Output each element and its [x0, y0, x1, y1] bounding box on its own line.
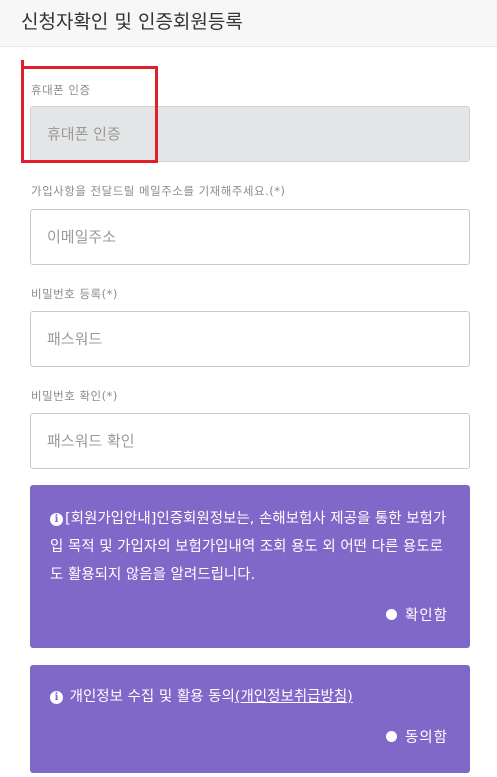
password-confirm-input[interactable]: [30, 413, 470, 469]
privacy-consent-label: 개인정보 수집 및 활용 동의: [69, 689, 235, 705]
email-label: 가입사항을 전달드릴 메일주소를 기재해주세요.(*): [31, 184, 286, 198]
radio-dot-icon: [385, 609, 397, 620]
privacy-consent-text: i 개인정보 수집 및 활용 동의(개인정보취급방침): [50, 683, 452, 711]
email-input[interactable]: [30, 209, 470, 265]
agree-button-label: 동의함: [404, 730, 448, 746]
password-label: 비밀번호 등록(*): [31, 287, 118, 301]
password-input[interactable]: [30, 311, 470, 367]
privacy-consent-panel: i 개인정보 수집 및 활용 동의(개인정보취급방침) 동의함: [30, 665, 470, 773]
password-confirm-label: 비밀번호 확인(*): [31, 389, 118, 403]
page-title: 신청자확인 및 인증회원등록: [21, 11, 243, 33]
page-header: 신청자확인 및 인증회원등록: [0, 0, 497, 47]
confirm-button-label: 확인함: [404, 608, 448, 624]
membership-notice-body: [회원가입안내]인증회원정보는, 손해보험사 제공을 통한 보험가입 목적 및 …: [50, 511, 447, 583]
privacy-policy-link[interactable]: (개인정보취급방침): [235, 689, 353, 705]
radio-dot-icon: [385, 731, 397, 742]
info-icon: i: [50, 691, 63, 704]
highlight-marker: [21, 60, 24, 68]
phone-verification-input[interactable]: [30, 106, 470, 162]
confirm-button[interactable]: 확인함: [385, 604, 448, 625]
info-icon: i: [50, 513, 63, 526]
membership-notice-panel: i [회원가입안내]인증회원정보는, 손해보험사 제공을 통한 보험가입 목적 및…: [30, 485, 470, 648]
membership-notice-text: i [회원가입안내]인증회원정보는, 손해보험사 제공을 통한 보험가입 목적 및…: [50, 505, 452, 589]
phone-verification-label: 휴대폰 인증: [31, 83, 91, 97]
agree-button[interactable]: 동의함: [385, 726, 448, 747]
